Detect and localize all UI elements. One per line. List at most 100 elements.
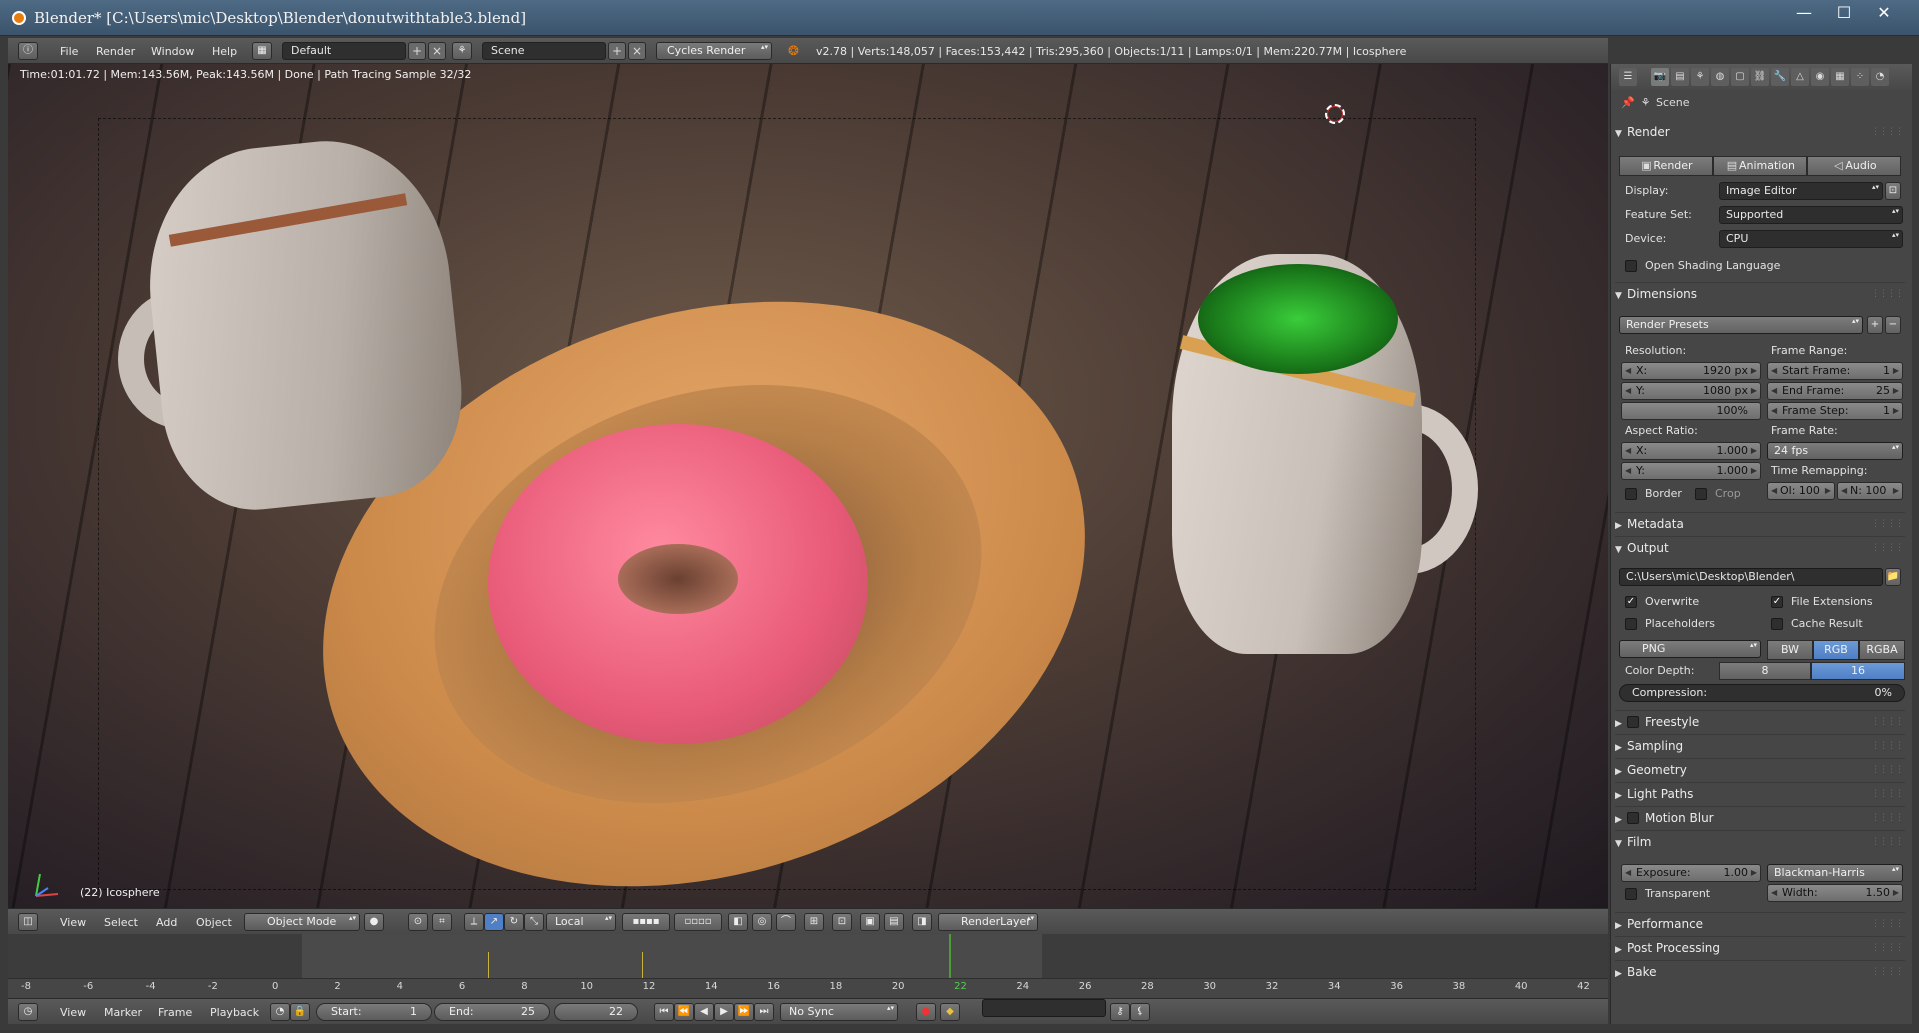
lock-camera-icon[interactable]: ◧ xyxy=(728,913,748,931)
resolution-y-field[interactable]: ◀ Y: 1080 px ▶ xyxy=(1621,382,1761,400)
layout-field[interactable]: Default xyxy=(282,42,406,60)
timeline-menu-marker[interactable]: Marker xyxy=(104,1004,142,1021)
play-reverse-icon[interactable]: ◀ xyxy=(694,1003,714,1021)
section-film-header[interactable]: ▼ Film ⋮⋮⋮⋮ xyxy=(1615,832,1905,852)
jump-start-icon[interactable]: ⏮ xyxy=(654,1003,674,1021)
drag-grip-icon[interactable]: ⋮⋮⋮⋮ xyxy=(1871,284,1904,304)
translate-icon[interactable]: ↗ xyxy=(484,913,504,931)
lock-icon[interactable]: 🔒 xyxy=(290,1003,310,1021)
jump-end-icon[interactable]: ⏭ xyxy=(754,1003,774,1021)
keyframe-marker[interactable] xyxy=(488,952,489,978)
transparent-checkbox[interactable] xyxy=(1625,888,1637,900)
properties-editor-icon[interactable]: ☰ xyxy=(1619,68,1637,86)
close-button[interactable]: ✕ xyxy=(1864,2,1904,24)
section-metadata-header[interactable]: ▶ Metadata ⋮⋮⋮⋮ xyxy=(1615,514,1905,534)
editor-type-icon[interactable]: ⓘ xyxy=(18,42,38,60)
viewport-editor-type-icon[interactable]: ◫ xyxy=(18,913,38,931)
drag-grip-icon[interactable]: ⋮⋮⋮⋮ xyxy=(1871,784,1904,804)
crop-checkbox[interactable] xyxy=(1695,488,1707,500)
modifiers-tab-icon[interactable]: 🔧 xyxy=(1771,68,1789,86)
insert-keyframe-icon[interactable]: ⚷ xyxy=(1110,1003,1130,1021)
start-frame-prop-field[interactable]: ◀ Start Frame: 1 ▶ xyxy=(1767,362,1903,380)
render-still-icon[interactable]: ▣ xyxy=(860,913,880,931)
timeline-menu-playback[interactable]: Playback xyxy=(210,1004,259,1021)
drag-grip-icon[interactable]: ⋮⋮⋮⋮ xyxy=(1871,760,1904,780)
drag-grip-icon[interactable]: ⋮⋮⋮⋮ xyxy=(1871,538,1904,558)
scene-field[interactable]: Scene xyxy=(482,42,606,60)
scene-tab-icon[interactable]: ⚘ xyxy=(1691,68,1709,86)
menu-select[interactable]: Select xyxy=(104,914,138,931)
add-scene-button[interactable]: + xyxy=(608,42,626,60)
timeline-menu-frame[interactable]: Frame xyxy=(158,1004,192,1021)
timeline-menu-view[interactable]: View xyxy=(60,1004,86,1021)
device-select[interactable]: CPU xyxy=(1719,230,1903,248)
audio-button[interactable]: ◁ Audio xyxy=(1807,156,1901,176)
sync-dropdown[interactable]: No Sync xyxy=(780,1003,898,1021)
menu-file[interactable]: File xyxy=(60,43,78,60)
color-depth-8-button[interactable]: 8 xyxy=(1719,662,1811,680)
feature-set-select[interactable]: Supported xyxy=(1719,206,1903,224)
section-performance-header[interactable]: ▶ Performance ⋮⋮⋮⋮ xyxy=(1615,914,1905,934)
pin-icon[interactable]: 📌 xyxy=(1621,94,1635,112)
section-dimensions-header[interactable]: ▼ Dimensions ⋮⋮⋮⋮ xyxy=(1615,284,1905,304)
color-rgb-button[interactable]: RGB xyxy=(1813,640,1859,660)
snap-icon[interactable]: ⊞ xyxy=(804,913,824,931)
section-output-header[interactable]: ▼ Output ⋮⋮⋮⋮ xyxy=(1615,538,1905,558)
border-checkbox[interactable] xyxy=(1625,488,1637,500)
menu-help[interactable]: Help xyxy=(212,43,237,60)
section-bake-header[interactable]: ▶ Bake ⋮⋮⋮⋮ xyxy=(1615,962,1905,982)
physics-tab-icon[interactable]: ◔ xyxy=(1871,68,1889,86)
transform-orientation-dropdown[interactable]: Local xyxy=(546,913,616,931)
drag-grip-icon[interactable]: ⋮⋮⋮⋮ xyxy=(1871,832,1904,852)
jump-next-key-icon[interactable]: ⏩ xyxy=(734,1003,754,1021)
screen-layout-icon[interactable]: ▦ xyxy=(252,42,272,60)
snap-element-icon[interactable]: ⌗ xyxy=(432,913,452,931)
aspect-x-field[interactable]: ◀ X: 1.000 ▶ xyxy=(1621,442,1761,460)
resolution-percent-field[interactable]: 100% xyxy=(1621,402,1761,420)
timeline-ruler[interactable]: -8 -6 -4 -2 0 2 4 6 8 10 12 14 16 18 20 22 24 26 28 30 32 34 3… xyxy=(8,978,1608,998)
motion-blur-checkbox[interactable] xyxy=(1627,812,1639,824)
animation-button[interactable]: ▤ Animation xyxy=(1713,156,1807,176)
output-path-input[interactable]: C:\Users\mic\Desktop\Blender\ xyxy=(1619,568,1883,586)
start-frame-field[interactable]: Start: 1 xyxy=(316,1003,432,1021)
particles-tab-icon[interactable]: ⁘ xyxy=(1851,68,1869,86)
drag-grip-icon[interactable]: ⋮⋮⋮⋮ xyxy=(1871,122,1904,142)
exposure-field[interactable]: ◀ Exposure: 1.00 ▶ xyxy=(1621,864,1761,882)
drag-grip-icon[interactable]: ⋮⋮⋮⋮ xyxy=(1871,938,1904,958)
mode-dropdown[interactable]: Object Mode xyxy=(244,913,360,931)
manipulator-icon[interactable]: ⟂ xyxy=(464,913,484,931)
timeline[interactable]: -8 -6 -4 -2 0 2 4 6 8 10 12 14 16 18 20 22 24 26 28 30 32 34 3… xyxy=(8,934,1608,998)
aspect-y-field[interactable]: ◀ Y: 1.000 ▶ xyxy=(1621,462,1761,480)
remove-preset-button[interactable]: − xyxy=(1885,316,1901,334)
render-lock-icon[interactable]: ⊡ xyxy=(1885,182,1901,200)
menu-object[interactable]: Object xyxy=(196,914,232,931)
menu-add[interactable]: Add xyxy=(156,914,177,931)
jump-prev-key-icon[interactable]: ⏪ xyxy=(674,1003,694,1021)
color-depth-16-button[interactable]: 16 xyxy=(1811,662,1905,680)
section-sampling-header[interactable]: ▶ Sampling ⋮⋮⋮⋮ xyxy=(1615,736,1905,756)
3d-cursor-icon[interactable] xyxy=(1325,104,1345,124)
layers-tab-icon[interactable]: ▤ xyxy=(1671,68,1689,86)
section-post-processing-header[interactable]: ▶ Post Processing ⋮⋮⋮⋮ xyxy=(1615,938,1905,958)
layer-toggle-icon[interactable]: ◨ xyxy=(912,913,932,931)
snap-target-icon[interactable]: ⊡ xyxy=(832,913,852,931)
keying-set-icon[interactable]: ◆ xyxy=(940,1003,960,1021)
freestyle-checkbox[interactable] xyxy=(1627,716,1639,728)
render-engine-dropdown[interactable]: Cycles Render xyxy=(656,42,772,60)
minimize-button[interactable]: — xyxy=(1784,2,1824,24)
render-tab-icon[interactable]: 📷 xyxy=(1651,68,1669,86)
drag-grip-icon[interactable]: ⋮⋮⋮⋮ xyxy=(1871,712,1904,732)
filter-width-field[interactable]: ◀ Width: 1.50 ▶ xyxy=(1767,884,1903,902)
remove-scene-button[interactable]: × xyxy=(628,42,646,60)
pivot-icon[interactable]: ⊙ xyxy=(408,913,428,931)
drag-grip-icon[interactable]: ⋮⋮⋮⋮ xyxy=(1871,914,1904,934)
color-rgba-button[interactable]: RGBA xyxy=(1859,640,1905,660)
add-layout-button[interactable]: + xyxy=(408,42,426,60)
end-frame-prop-field[interactable]: ◀ End Frame: 25 ▶ xyxy=(1767,382,1903,400)
cache-result-checkbox[interactable] xyxy=(1771,618,1783,630)
drag-grip-icon[interactable]: ⋮⋮⋮⋮ xyxy=(1871,736,1904,756)
render-presets-select[interactable]: Render Presets xyxy=(1619,316,1863,334)
compression-slider[interactable]: Compression: 0% xyxy=(1619,684,1905,702)
texture-tab-icon[interactable]: ▦ xyxy=(1831,68,1849,86)
menu-view[interactable]: View xyxy=(60,914,86,931)
